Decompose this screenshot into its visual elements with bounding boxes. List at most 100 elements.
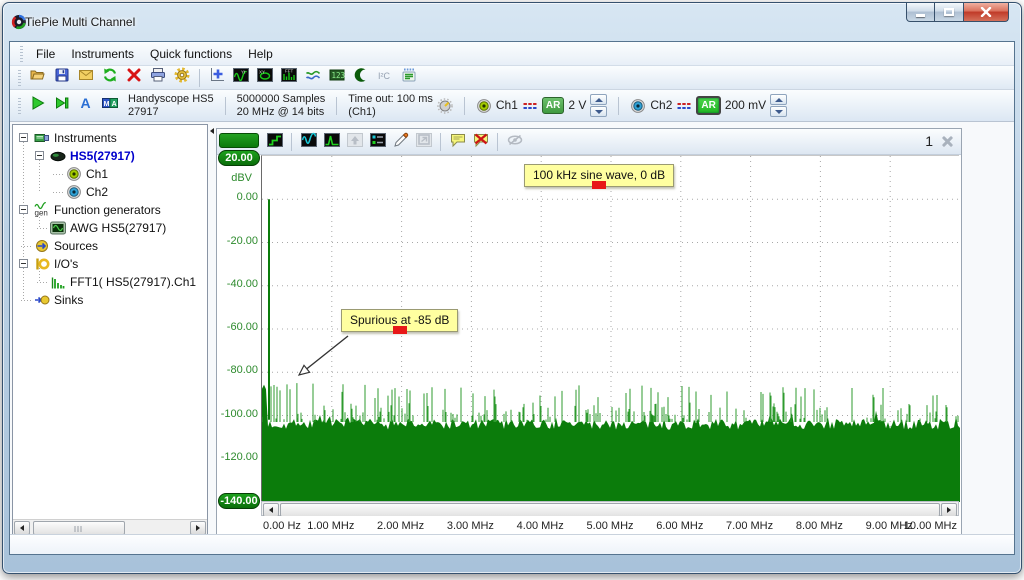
minimize-button[interactable] — [906, 3, 935, 22]
scroll-thumb[interactable] — [33, 521, 125, 535]
tree-item-label[interactable]: HS5(27917) — [70, 149, 135, 163]
measure-mode-button[interactable]: MA — [99, 95, 121, 117]
collapse-expander-icon[interactable] — [19, 205, 28, 214]
range-up-button[interactable] — [770, 94, 787, 105]
scroll-right-button[interactable] — [941, 503, 957, 517]
numeric-display-button[interactable]: 123 — [326, 67, 348, 89]
channel-list-button[interactable] — [367, 132, 388, 153]
plot-hscrollbar[interactable] — [261, 501, 959, 516]
collapse-expander-icon[interactable] — [35, 151, 44, 160]
range-value[interactable]: 2 V — [568, 99, 586, 112]
scroll-thumb[interactable] — [280, 503, 940, 517]
tree-item-ch1[interactable]: Ch1 — [13, 165, 207, 183]
tree-item-label[interactable]: AWG HS5(27917) — [70, 221, 166, 235]
tree-item-label[interactable]: Sinks — [54, 293, 83, 307]
annotation-marker[interactable] — [393, 326, 407, 334]
annotation-callout[interactable]: Spurious at -85 dB — [341, 309, 458, 332]
print-button[interactable] — [147, 67, 169, 89]
titlebar[interactable]: TiePie Multi Channel — [3, 3, 1021, 41]
x-tick-label: 6.00 MHz — [656, 520, 703, 532]
menu-quick-functions[interactable]: Quick functions — [142, 44, 240, 64]
save-button[interactable] — [51, 67, 73, 89]
scroll-left-button[interactable] — [14, 521, 30, 535]
scroll-left-button[interactable] — [263, 503, 279, 517]
eye-disabled-icon — [507, 132, 523, 153]
range-down-button[interactable] — [770, 106, 787, 117]
collapse-panel-icon[interactable] — [210, 128, 214, 134]
delete-button[interactable] — [123, 67, 145, 89]
y-tick-label: -80.00 — [227, 364, 258, 376]
x-tick-label: 2.00 MHz — [377, 520, 424, 532]
tree-item-awg-hs5-27917[interactable]: AWG HS5(27917) — [13, 219, 207, 237]
y-axis-bottom-value[interactable]: -140.00 — [218, 493, 260, 509]
delete-annotation-button[interactable] — [470, 132, 491, 153]
coupling-icon[interactable] — [676, 98, 692, 114]
tree-item-instruments[interactable]: Instruments — [13, 129, 207, 147]
refresh-button[interactable] — [99, 67, 121, 89]
y-axis[interactable]: 20.00 dBV -140.00 0.00-20.00-40.00-60.00… — [217, 155, 261, 538]
graph-style-sine-button[interactable] — [298, 132, 319, 153]
menu-file[interactable]: File — [28, 44, 63, 64]
add-graph-button[interactable] — [206, 67, 228, 89]
open-button[interactable] — [27, 67, 49, 89]
graph-style-step-button[interactable] — [264, 132, 285, 153]
tree-item-label[interactable]: Instruments — [54, 131, 117, 145]
autosetup-button[interactable]: A — [75, 95, 97, 117]
annotation-callout[interactable]: 100 kHz sine wave, 0 dB — [524, 164, 674, 187]
email-button[interactable] — [75, 67, 97, 89]
graph-close-icon[interactable] — [940, 134, 955, 149]
collapse-expander-icon[interactable] — [19, 259, 28, 268]
tree-item-label[interactable]: Ch2 — [86, 185, 108, 199]
range-up-button[interactable] — [590, 94, 607, 105]
axis-header-bar[interactable] — [219, 133, 259, 148]
awg-icon — [50, 220, 66, 236]
close-button[interactable] — [964, 3, 1009, 22]
maximize-button[interactable] — [935, 3, 964, 22]
y-axis-top-value[interactable]: 20.00 — [218, 150, 260, 166]
tree-item-label[interactable]: I/O's — [54, 257, 78, 271]
coupling-icon[interactable] — [522, 98, 538, 114]
crescent-button[interactable] — [350, 67, 372, 89]
ch1-led-icon[interactable] — [476, 98, 492, 114]
up-disabled-icon — [347, 132, 363, 153]
timeout-knob-icon[interactable] — [437, 98, 453, 114]
one-shot-button[interactable] — [51, 95, 73, 117]
tree-item-function-generators[interactable]: gen Function generators — [13, 201, 207, 219]
tree-item-label[interactable]: FFT1( HS5(27917).Ch1 — [70, 275, 196, 289]
tree-hscrollbar[interactable] — [13, 519, 207, 535]
xy-graph-button[interactable]: XY — [254, 67, 276, 89]
i2c-button[interactable]: I²C — [374, 67, 396, 89]
tree-item-i-o-s[interactable]: I/O's — [13, 255, 207, 273]
annotation-marker[interactable] — [592, 181, 606, 189]
auto-range-button[interactable]: AR — [696, 96, 720, 115]
collapse-expander-icon[interactable] — [19, 133, 28, 142]
fft-graph-icon: FFT — [281, 67, 297, 88]
pen-button[interactable] — [390, 132, 411, 153]
tree-item-hs5-27917[interactable]: HS5(27917) — [13, 147, 207, 165]
panel-splitter[interactable] — [208, 122, 216, 538]
tree-item-fft1-hs5-27917-ch1[interactable]: FFT1( HS5(27917).Ch1 — [13, 273, 207, 291]
menu-help[interactable]: Help — [240, 44, 281, 64]
tree-item-sources[interactable]: Sources — [13, 237, 207, 255]
auto-range-button[interactable]: AR — [542, 97, 564, 114]
start-button[interactable] — [27, 95, 49, 117]
settings-button[interactable] — [171, 67, 193, 89]
meter-button[interactable] — [302, 67, 324, 89]
svg-text:gen: gen — [35, 209, 48, 218]
tree-item-ch2[interactable]: Ch2 — [13, 183, 207, 201]
range-down-button[interactable] — [590, 106, 607, 117]
scroll-right-button[interactable] — [190, 521, 206, 535]
tree-item-sinks[interactable]: Sinks — [13, 291, 207, 309]
tree-item-label[interactable]: Function generators — [54, 203, 161, 217]
tree-item-label[interactable]: Ch1 — [86, 167, 108, 181]
yt-graph-button[interactable]: Yt — [230, 67, 252, 89]
fft-graph-button[interactable]: FFT — [278, 67, 300, 89]
ch2-led-icon[interactable] — [630, 98, 646, 114]
datalogger-button[interactable] — [398, 67, 420, 89]
add-annotation-button[interactable] — [447, 132, 468, 153]
graph-style-peak-button[interactable] — [321, 132, 342, 153]
range-value[interactable]: 200 mV — [725, 99, 766, 112]
plot-area[interactable]: 100 kHz sine wave, 0 dB Spurious at -85 d… — [261, 155, 959, 501]
tree-item-label[interactable]: Sources — [54, 239, 98, 253]
menu-instruments[interactable]: Instruments — [63, 44, 142, 64]
